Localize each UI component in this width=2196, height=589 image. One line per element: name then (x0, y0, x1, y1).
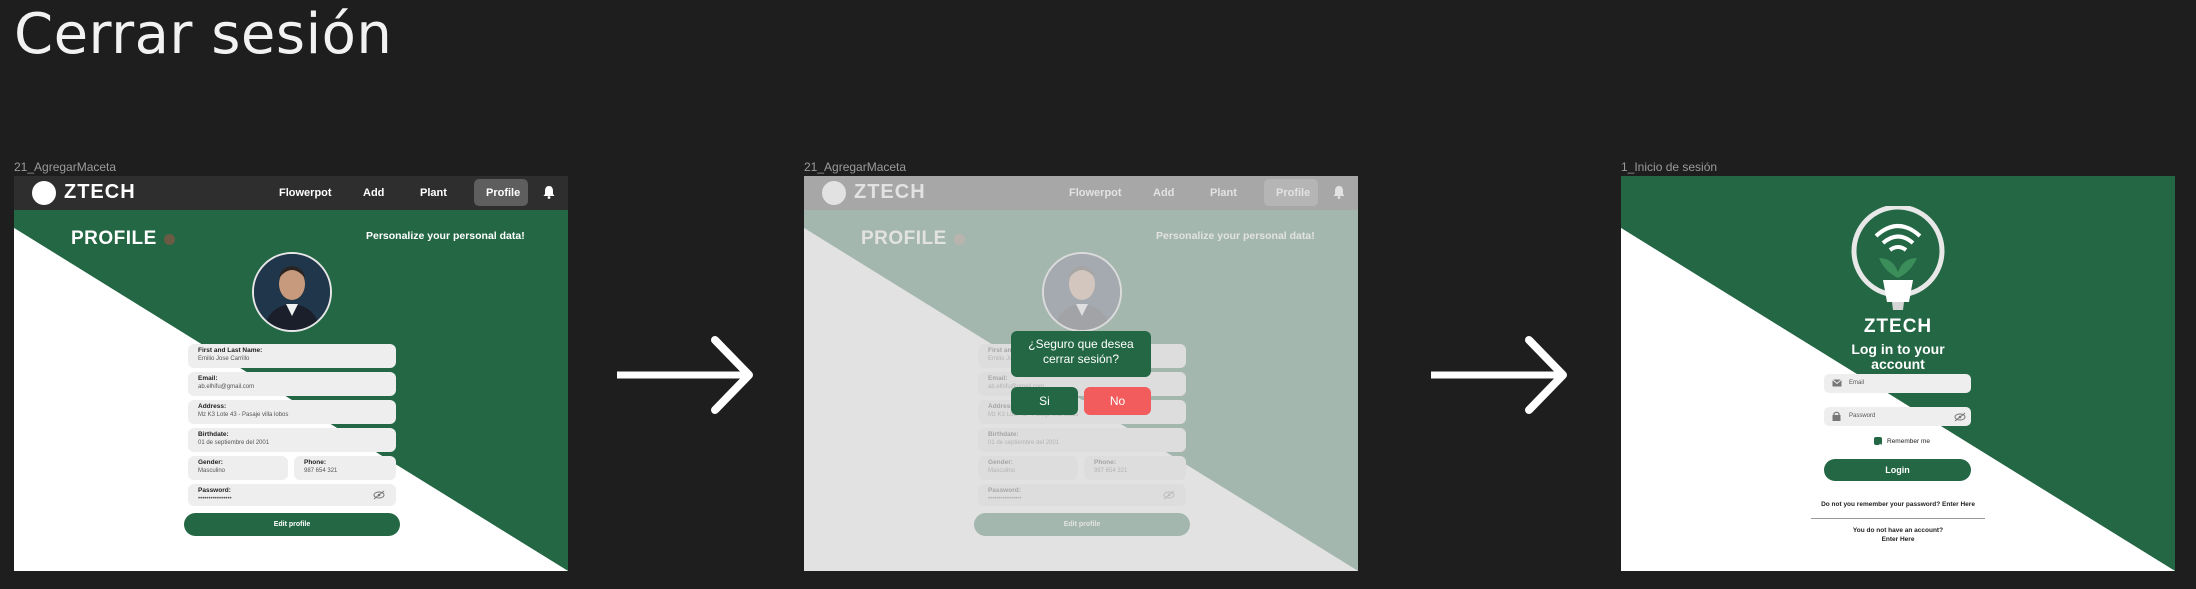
password-field[interactable]: Password: •••••••••••••••• (188, 484, 396, 506)
bell-icon[interactable] (543, 185, 555, 199)
email-field[interactable]: Email: ab.elhifu@gmail.com (188, 372, 396, 396)
flow-arrow-icon (617, 336, 753, 414)
nav-flowerpot[interactable]: Flowerpot (279, 187, 332, 199)
password-input[interactable]: Password (1824, 407, 1971, 426)
edit-profile-button[interactable]: Edit profile (184, 513, 400, 536)
gender-field[interactable]: Gender: Masculino (188, 456, 288, 480)
navbar: ZTECH Flowerpot Add Plant Profile (14, 176, 568, 210)
logout-confirm-dialog: ¿Seguro que desea cerrar sesión? (1011, 331, 1151, 377)
nav-add[interactable]: Add (363, 187, 384, 199)
profile-subtitle: Personalize your personal data! (366, 230, 525, 242)
check-icon (1875, 443, 1881, 449)
mail-icon (1832, 379, 1842, 387)
nav-plant[interactable]: Plant (420, 187, 447, 199)
profile-logout-screen: ZTECH Flowerpot Add Plant Profile PROFIL… (804, 176, 1358, 571)
eye-off-icon[interactable] (373, 490, 385, 500)
eye-off-icon[interactable] (1954, 412, 1966, 422)
remember-checkbox[interactable] (1874, 437, 1882, 449)
flow-arrow-icon (1431, 336, 1567, 414)
lock-icon (1832, 411, 1841, 421)
profile-screen: ZTECH Flowerpot Add Plant Profile PROFIL… (14, 176, 568, 571)
status-dot (164, 234, 175, 245)
frame-label: 21_AgregarMaceta (804, 160, 907, 174)
login-button[interactable]: Login (1824, 459, 1971, 481)
person-photo (254, 254, 330, 330)
email-input[interactable]: Email (1824, 374, 1971, 393)
confirm-yes-button[interactable]: Si (1011, 387, 1078, 415)
avatar[interactable] (252, 252, 332, 332)
profile-heading: PROFILE (71, 228, 157, 249)
ztech-logo-icon (32, 181, 56, 205)
phone-field[interactable]: Phone: 987 654 321 (294, 456, 396, 480)
divider (1811, 518, 1985, 519)
login-screen: ZTECH Log in to your account Email Passw… (1621, 176, 2175, 571)
address-field[interactable]: Address: Mz K3 Lote 43 - Pasaje villa lo… (188, 400, 396, 424)
ztech-logo-icon (1851, 206, 1945, 310)
forgot-password-link[interactable]: Do not you remember your password? Enter… (1771, 501, 2025, 508)
birthdate-field[interactable]: Birthdate: 01 de septiembre del 2001 (188, 428, 396, 452)
page-title: Cerrar sesión (14, 2, 393, 67)
brand-name: ZTECH (1863, 316, 1933, 337)
frame-label: 1_Inicio de sesión (1621, 160, 1718, 174)
no-account-text: You do not have an account? Enter Here (1821, 526, 1975, 544)
frame-label: 21_AgregarMaceta (14, 160, 117, 174)
register-link[interactable]: Enter Here (1821, 535, 1975, 544)
confirm-no-button[interactable]: No (1084, 387, 1151, 415)
brand-name: ZTECH (64, 181, 136, 203)
remember-label: Remember me (1887, 438, 1930, 445)
login-heading: Log in to your account (1851, 341, 1945, 372)
nav-profile[interactable]: Profile (486, 187, 520, 199)
name-field[interactable]: First and Last Name: Emilio Jose Carrill… (188, 344, 396, 368)
